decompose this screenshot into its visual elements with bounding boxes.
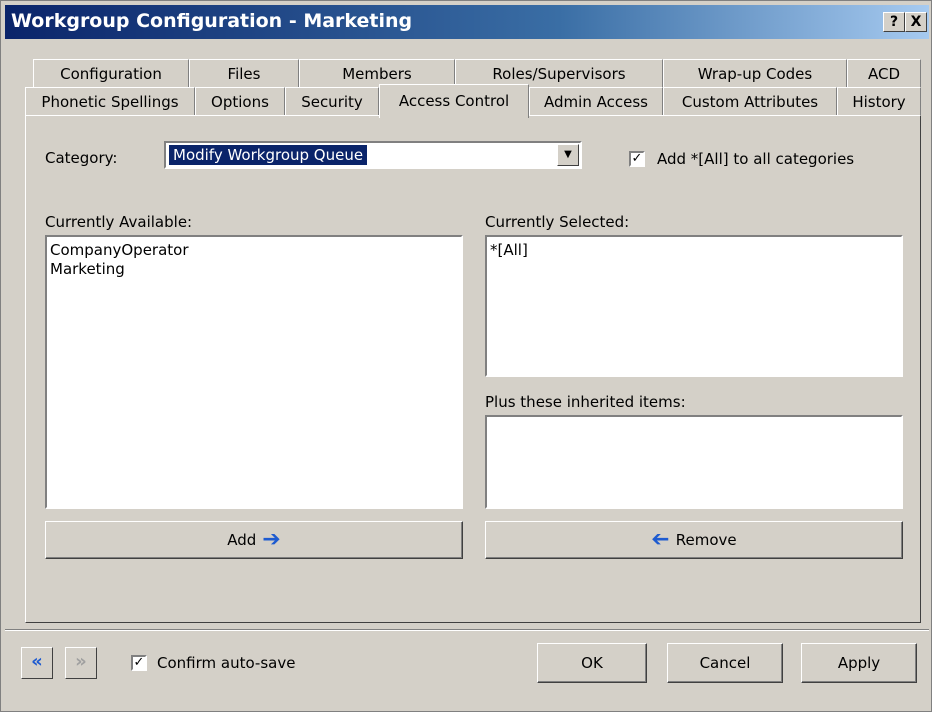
confirm-autosave-label: Confirm auto-save: [157, 654, 296, 672]
close-button[interactable]: X: [905, 12, 927, 32]
tab-acd[interactable]: ACD: [847, 59, 921, 90]
category-label: Category:: [45, 149, 118, 167]
list-item[interactable]: *[All]: [490, 241, 898, 260]
title-bar[interactable]: Workgroup Configuration - Marketing ? X: [5, 5, 929, 39]
window-title: Workgroup Configuration - Marketing: [11, 10, 413, 32]
tab-custom-attributes[interactable]: Custom Attributes: [663, 87, 837, 118]
workgroup-config-window: Workgroup Configuration - Marketing ? X …: [0, 0, 932, 712]
confirm-autosave-checkbox[interactable]: ✓: [131, 655, 147, 671]
previous-icon[interactable]: «: [21, 647, 53, 679]
remove-button[interactable]: ➔ Remove: [485, 521, 903, 559]
tab-wrap-up-codes[interactable]: Wrap-up Codes: [663, 59, 847, 90]
selected-listbox[interactable]: *[All]: [485, 235, 903, 377]
available-label: Currently Available:: [45, 213, 193, 231]
help-button[interactable]: ?: [883, 12, 905, 32]
chevron-down-icon[interactable]: ▼: [557, 144, 579, 166]
tab-security[interactable]: Security: [285, 87, 379, 118]
add-button[interactable]: Add ➔: [45, 521, 463, 559]
cancel-button[interactable]: Cancel: [667, 643, 783, 683]
selected-label: Currently Selected:: [485, 213, 630, 231]
ok-button[interactable]: OK: [537, 643, 647, 683]
list-item[interactable]: Marketing: [50, 260, 458, 279]
inherited-listbox[interactable]: [485, 415, 903, 509]
remove-button-label: Remove: [675, 531, 737, 549]
arrow-right-icon: ➔: [262, 527, 281, 552]
tab-options[interactable]: Options: [195, 87, 285, 118]
apply-button[interactable]: Apply: [801, 643, 917, 683]
tab-access-control[interactable]: Access Control: [379, 84, 529, 118]
tab-configuration[interactable]: Configuration: [33, 59, 189, 90]
add-all-checkbox[interactable]: ✓: [629, 151, 645, 167]
tab-admin-access[interactable]: Admin Access: [529, 87, 663, 118]
add-button-label: Add: [227, 531, 257, 549]
next-icon[interactable]: »: [65, 647, 97, 679]
category-dropdown[interactable]: Modify Workgroup Queue ▼: [164, 141, 582, 169]
tab-files[interactable]: Files: [189, 59, 299, 90]
add-all-label: Add *[All] to all categories: [657, 150, 855, 168]
arrow-left-icon: ➔: [651, 527, 670, 552]
footer-divider: [5, 629, 929, 631]
tab-history[interactable]: History: [837, 87, 921, 118]
list-item[interactable]: CompanyOperator: [50, 241, 458, 260]
tab-phonetic-spellings[interactable]: Phonetic Spellings: [25, 87, 195, 118]
category-selected-value: Modify Workgroup Queue: [169, 145, 368, 165]
inherited-label: Plus these inherited items:: [485, 393, 686, 411]
available-listbox[interactable]: CompanyOperator Marketing: [45, 235, 463, 509]
tabs-row-2: Phonetic Spellings Options Security Acce…: [25, 84, 921, 118]
